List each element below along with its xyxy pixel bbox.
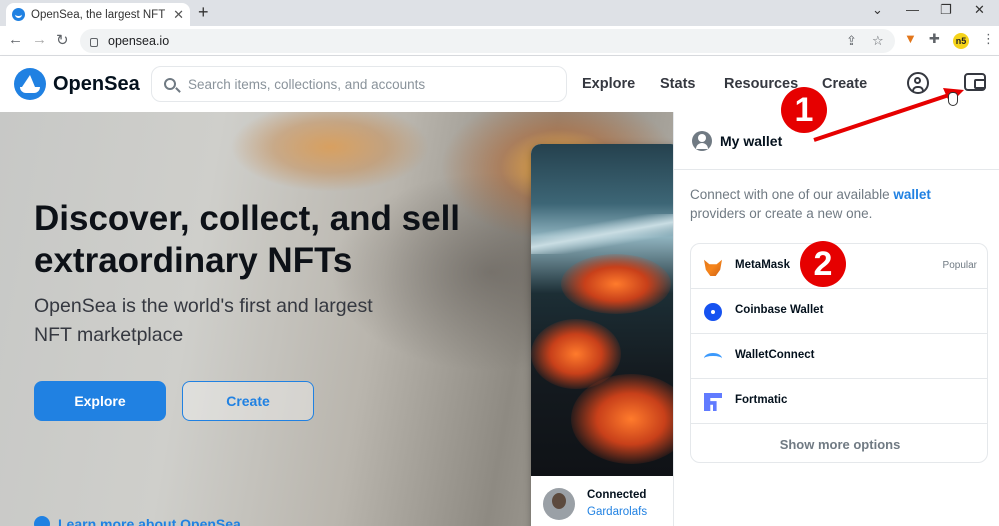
explore-button[interactable]: Explore: [34, 381, 166, 421]
browser-toolbar: ← → ↻ opensea.io ⇪ ☆ ▼ ✚ n5 ⋮: [0, 26, 999, 56]
create-button[interactable]: Create: [182, 381, 314, 421]
metamask-extension-icon[interactable]: ▼: [904, 31, 917, 46]
metamask-icon: [704, 259, 722, 276]
learn-more-label: Learn more about OpenSea: [58, 516, 241, 526]
share-icon[interactable]: ⇪: [846, 33, 857, 49]
play-icon: [34, 516, 50, 526]
profile-avatar[interactable]: n5: [953, 33, 969, 49]
wallet-info-link[interactable]: wallet: [893, 187, 931, 202]
lava-flow: [571, 374, 673, 464]
browser-menu-icon[interactable]: ⋮: [982, 31, 995, 47]
featured-nft-card[interactable]: Connected Gardarolafs: [531, 144, 673, 526]
annotation-step-2: 2: [800, 241, 846, 287]
reload-icon[interactable]: ↻: [56, 31, 69, 49]
tab-search-icon[interactable]: ⌄: [872, 2, 883, 18]
wallet-option-label: Coinbase Wallet: [735, 304, 824, 316]
search-placeholder: Search items, collections, and accounts: [188, 76, 426, 92]
opensea-logo-icon[interactable]: [14, 68, 46, 100]
annotation-arrow-line: [813, 92, 953, 142]
hero-headline: Discover, collect, and sell extraordinar…: [34, 199, 461, 280]
minimize-icon[interactable]: —: [906, 2, 919, 17]
learn-more-link[interactable]: Learn more about OpenSea: [34, 516, 241, 526]
wallet-option-coinbase[interactable]: Coinbase Wallet: [691, 289, 987, 334]
url-text: opensea.io: [108, 34, 170, 48]
wallet-option-fortmatic[interactable]: Fortmatic: [691, 379, 987, 424]
extensions-puzzle-icon[interactable]: ✚: [929, 31, 940, 47]
wallet-option-walletconnect[interactable]: WalletConnect: [691, 334, 987, 379]
wallet-option-label: Fortmatic: [735, 394, 788, 406]
card-status: Connected: [587, 489, 647, 501]
new-tab-button[interactable]: +: [198, 2, 209, 23]
hero-section: Discover, collect, and sell extraordinar…: [0, 112, 673, 526]
search-icon: [164, 78, 176, 90]
nav-explore[interactable]: Explore: [582, 76, 635, 92]
popular-badge: Popular: [942, 260, 977, 271]
annotation-step-1: 1: [781, 87, 827, 133]
lock-icon: [90, 37, 98, 47]
wallet-panel-title: My wallet: [720, 133, 783, 149]
forward-icon[interactable]: →: [32, 31, 47, 48]
creator-avatar[interactable]: [543, 488, 575, 520]
address-bar[interactable]: opensea.io ⇪ ☆: [80, 29, 895, 53]
close-tab-icon[interactable]: ✕: [173, 7, 184, 23]
close-window-icon[interactable]: ✕: [974, 2, 985, 18]
description-prefix: Connect with one of our available: [690, 187, 894, 202]
search-input[interactable]: Search items, collections, and accounts: [151, 66, 567, 102]
brand-name[interactable]: OpenSea: [53, 73, 140, 96]
show-more-options-button[interactable]: Show more options: [691, 424, 987, 462]
opensea-favicon-icon: [12, 8, 25, 21]
snow-ridge: [531, 214, 673, 254]
description-suffix: providers or create a new one.: [690, 206, 873, 221]
restore-icon[interactable]: ❐: [940, 2, 952, 18]
annotation-arrow: [813, 88, 964, 142]
browser-tab-strip: OpenSea, the largest NFT marketplace ✕ +…: [0, 0, 999, 26]
wallet-panel-description: Connect with one of our available wallet…: [690, 185, 980, 223]
wallet-option-label: WalletConnect: [735, 349, 815, 361]
browser-tab[interactable]: OpenSea, the largest NFT marketplace ✕: [6, 3, 190, 26]
featured-nft-image: [531, 144, 673, 476]
featured-card-info: Connected Gardarolafs: [531, 476, 673, 526]
hero-background-glow: [230, 112, 430, 192]
walletconnect-icon: [704, 348, 722, 366]
wallet-option-label: MetaMask: [735, 259, 790, 271]
browser-tab-title: OpenSea, the largest NFT marketplace: [31, 8, 169, 21]
bookmark-star-icon[interactable]: ☆: [872, 33, 884, 49]
lava-flow: [561, 254, 671, 314]
user-circle-icon: [692, 131, 712, 151]
creator-name[interactable]: Gardarolafs: [587, 506, 647, 518]
coinbase-icon: [704, 303, 722, 321]
wallet-panel: My wallet Connect with one of our availa…: [673, 112, 999, 526]
back-icon[interactable]: ←: [8, 31, 23, 48]
mouse-cursor-icon: [948, 92, 958, 106]
wallet-icon[interactable]: [964, 73, 986, 91]
fortmatic-icon: [704, 393, 722, 411]
hero-subtitle: OpenSea is the world's first and largest…: [34, 295, 373, 346]
nav-stats[interactable]: Stats: [660, 76, 695, 92]
nav-resources[interactable]: Resources: [724, 76, 798, 92]
